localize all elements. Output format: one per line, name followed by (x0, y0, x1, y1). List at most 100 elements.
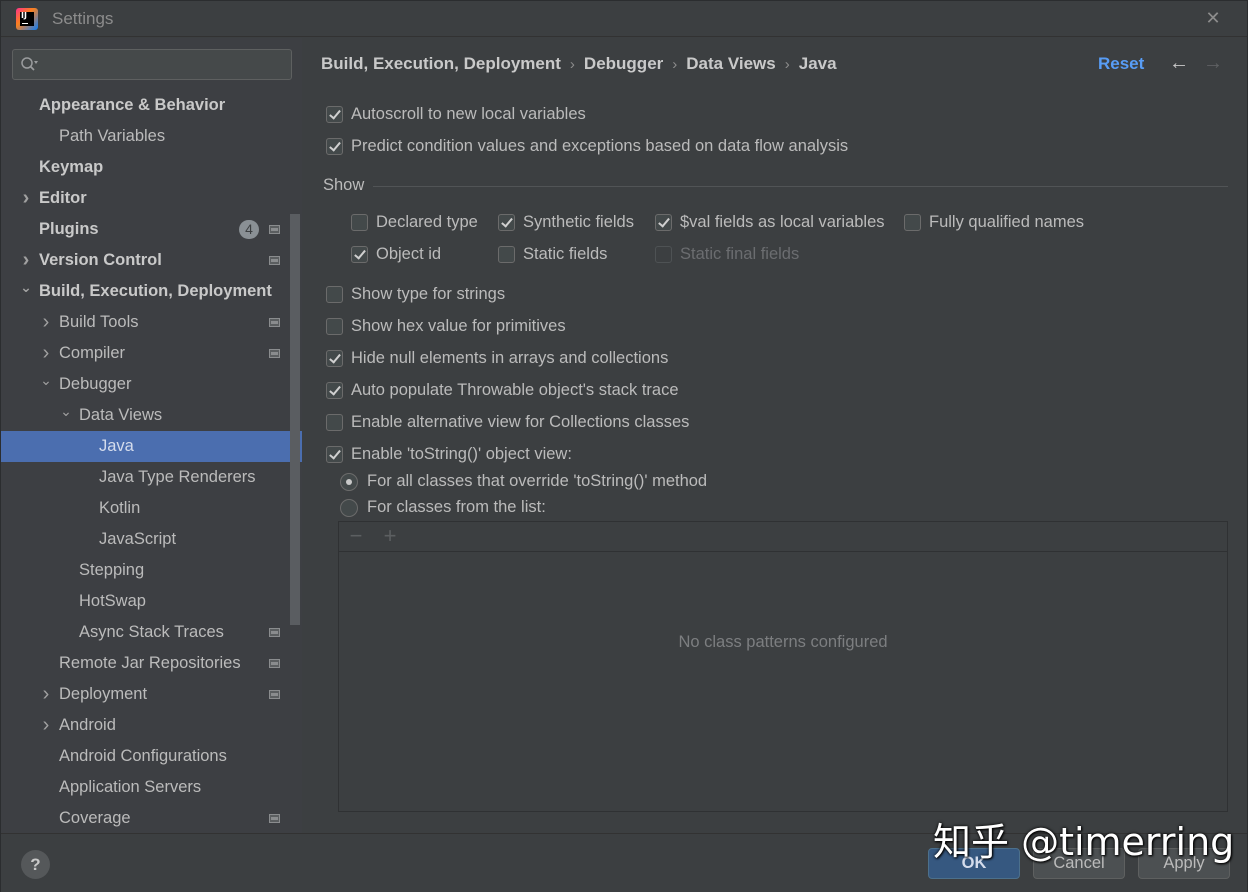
checkbox-box[interactable] (351, 246, 368, 263)
val-fields-checkbox[interactable]: $val fields as local variables (655, 213, 885, 232)
breadcrumb-separator: › (569, 56, 575, 73)
chevron-right-icon[interactable]: › (40, 338, 52, 369)
sidebar-item-path-variables[interactable]: Path Variables (1, 121, 302, 152)
chevron-right-icon[interactable]: › (40, 710, 52, 741)
radio-circle[interactable] (340, 498, 358, 517)
ok-button[interactable]: OK (928, 848, 1020, 879)
checkbox-label: Static fields (523, 245, 608, 263)
checkbox-box[interactable] (326, 446, 343, 463)
remove-icon[interactable]: − (345, 525, 367, 548)
sidebar-item-deployment[interactable]: › Deployment (1, 679, 302, 710)
chevron-right-icon[interactable]: › (20, 183, 32, 214)
checkbox-box[interactable] (498, 214, 515, 231)
chevron-down-icon[interactable]: ⌄ (40, 369, 52, 400)
sidebar-item-application-servers[interactable]: Application Servers (1, 772, 302, 803)
all-classes-radio[interactable]: For all classes that override 'toString(… (340, 472, 707, 491)
chevron-down-icon[interactable]: ⌄ (60, 400, 72, 431)
sidebar-item-keymap[interactable]: Keymap (1, 152, 302, 183)
classes-from-list-radio[interactable]: For classes from the list: (340, 498, 546, 517)
help-button[interactable]: ? (21, 850, 50, 879)
hide-null-checkbox[interactable]: Hide null elements in arrays and collect… (326, 349, 668, 368)
sidebar-item-debugger[interactable]: ⌄ Debugger (1, 369, 302, 400)
checkbox-box[interactable] (904, 214, 921, 231)
back-arrow-icon[interactable]: ← (1169, 52, 1189, 74)
checkbox-box[interactable] (326, 382, 343, 399)
alternative-view-checkbox[interactable]: Enable alternative view for Collections … (326, 413, 689, 432)
close-icon[interactable]: ✕ (1203, 8, 1223, 28)
object-id-checkbox[interactable]: Object id (351, 245, 441, 264)
auto-populate-checkbox[interactable]: Auto populate Throwable object's stack t… (326, 381, 679, 400)
settings-sidebar: Appearance & Behavior Path Variables Keyma… (1, 38, 302, 833)
sidebar-item-coverage[interactable]: Coverage (1, 803, 302, 834)
sidebar-item-android[interactable]: › Android (1, 710, 302, 741)
checkbox-box[interactable] (326, 138, 343, 155)
cancel-button[interactable]: Cancel (1033, 848, 1125, 879)
reset-link[interactable]: Reset (1098, 54, 1144, 74)
checkbox-box[interactable] (326, 414, 343, 431)
checkbox-box[interactable] (326, 106, 343, 123)
autoscroll-checkbox[interactable]: Autoscroll to new local variables (326, 105, 586, 124)
checkbox-box[interactable] (351, 214, 368, 231)
sidebar-item-label: Plugins (39, 220, 99, 238)
sidebar-item-android-configurations[interactable]: Android Configurations (1, 741, 302, 772)
predict-conditions-checkbox[interactable]: Predict condition values and exceptions … (326, 137, 848, 156)
sidebar-item-data-views[interactable]: ⌄ Data Views (1, 400, 302, 431)
sidebar-item-javascript[interactable]: JavaScript (1, 524, 302, 555)
checkbox-label: Fully qualified names (929, 213, 1084, 231)
sidebar-item-label: Data Views (79, 406, 163, 424)
settings-tree: Appearance & Behavior Path Variables Keyma… (1, 90, 302, 834)
chevron-right-icon[interactable]: › (40, 307, 52, 338)
sidebar-item-remote-jar-repositories[interactable]: Remote Jar Repositories (1, 648, 302, 679)
forward-arrow-icon[interactable]: → (1203, 52, 1223, 74)
settings-content: Build, Execution, Deployment › Debugger › Da… (303, 38, 1247, 833)
sidebar-item-editor[interactable]: › Editor (1, 183, 302, 214)
sidebar-item-kotlin[interactable]: Kotlin (1, 493, 302, 524)
sidebar-item-label: HotSwap (79, 592, 146, 610)
chevron-down-icon[interactable]: ⌄ (20, 276, 32, 307)
project-level-icon (269, 256, 280, 265)
checkbox-box[interactable] (326, 286, 343, 303)
static-final-fields-checkbox[interactable]: Static final fields (655, 245, 799, 264)
section-divider (373, 186, 1228, 187)
chevron-right-icon[interactable]: › (40, 679, 52, 710)
checkbox-box[interactable] (655, 214, 672, 231)
breadcrumb-separator: › (784, 56, 790, 73)
sidebar-item-build-tools[interactable]: › Build Tools (1, 307, 302, 338)
sidebar-item-label: Java Type Renderers (99, 468, 256, 486)
fully-qualified-names-checkbox[interactable]: Fully qualified names (904, 213, 1084, 232)
sidebar-item-label: Kotlin (99, 499, 141, 517)
show-type-strings-checkbox[interactable]: Show type for strings (326, 285, 505, 304)
checkbox-label: $val fields as local variables (680, 213, 885, 231)
checkbox-box[interactable] (326, 350, 343, 367)
add-icon[interactable]: + (379, 525, 401, 548)
checkbox-box[interactable] (498, 246, 515, 263)
sidebar-item-stepping[interactable]: Stepping (1, 555, 302, 586)
sidebar-item-plugins[interactable]: Plugins 4 (1, 214, 302, 245)
sidebar-item-hotswap[interactable]: HotSwap (1, 586, 302, 617)
sidebar-item-appearance-behavior[interactable]: Appearance & Behavior (1, 90, 302, 121)
settings-search-box[interactable] (12, 49, 292, 80)
checkbox-box[interactable] (326, 318, 343, 335)
sidebar-item-version-control[interactable]: › Version Control (1, 245, 302, 276)
settings-search-input[interactable] (47, 53, 287, 77)
sidebar-item-async-stack-traces[interactable]: Async Stack Traces (1, 617, 302, 648)
sidebar-item-java-type-renderers[interactable]: Java Type Renderers (1, 462, 302, 493)
chevron-right-icon[interactable]: › (20, 245, 32, 276)
checkbox-box[interactable] (655, 246, 672, 263)
sidebar-item-compiler[interactable]: › Compiler (1, 338, 302, 369)
show-hex-checkbox[interactable]: Show hex value for primitives (326, 317, 566, 336)
declared-type-checkbox[interactable]: Declared type (351, 213, 478, 232)
radio-label: For all classes that override 'toString(… (367, 472, 708, 490)
sidebar-item-label: Appearance & Behavior (39, 96, 226, 114)
sidebar-item-label: Android Configurations (59, 747, 227, 765)
static-fields-checkbox[interactable]: Static fields (498, 245, 607, 264)
checkbox-label: Auto populate Throwable object's stack t… (351, 381, 679, 399)
sidebar-item-label: Keymap (39, 158, 104, 176)
apply-button[interactable]: Apply (1138, 848, 1230, 879)
synthetic-fields-checkbox[interactable]: Synthetic fields (498, 213, 634, 232)
radio-circle[interactable] (340, 472, 358, 491)
sidebar-item-java[interactable]: Java (1, 431, 302, 462)
sidebar-item-build-execution-deployment[interactable]: ⌄ Build, Execution, Deployment (1, 276, 302, 307)
tostring-view-checkbox[interactable]: Enable 'toString()' object view: (326, 445, 572, 464)
sidebar-scrollbar-thumb[interactable] (290, 214, 300, 625)
